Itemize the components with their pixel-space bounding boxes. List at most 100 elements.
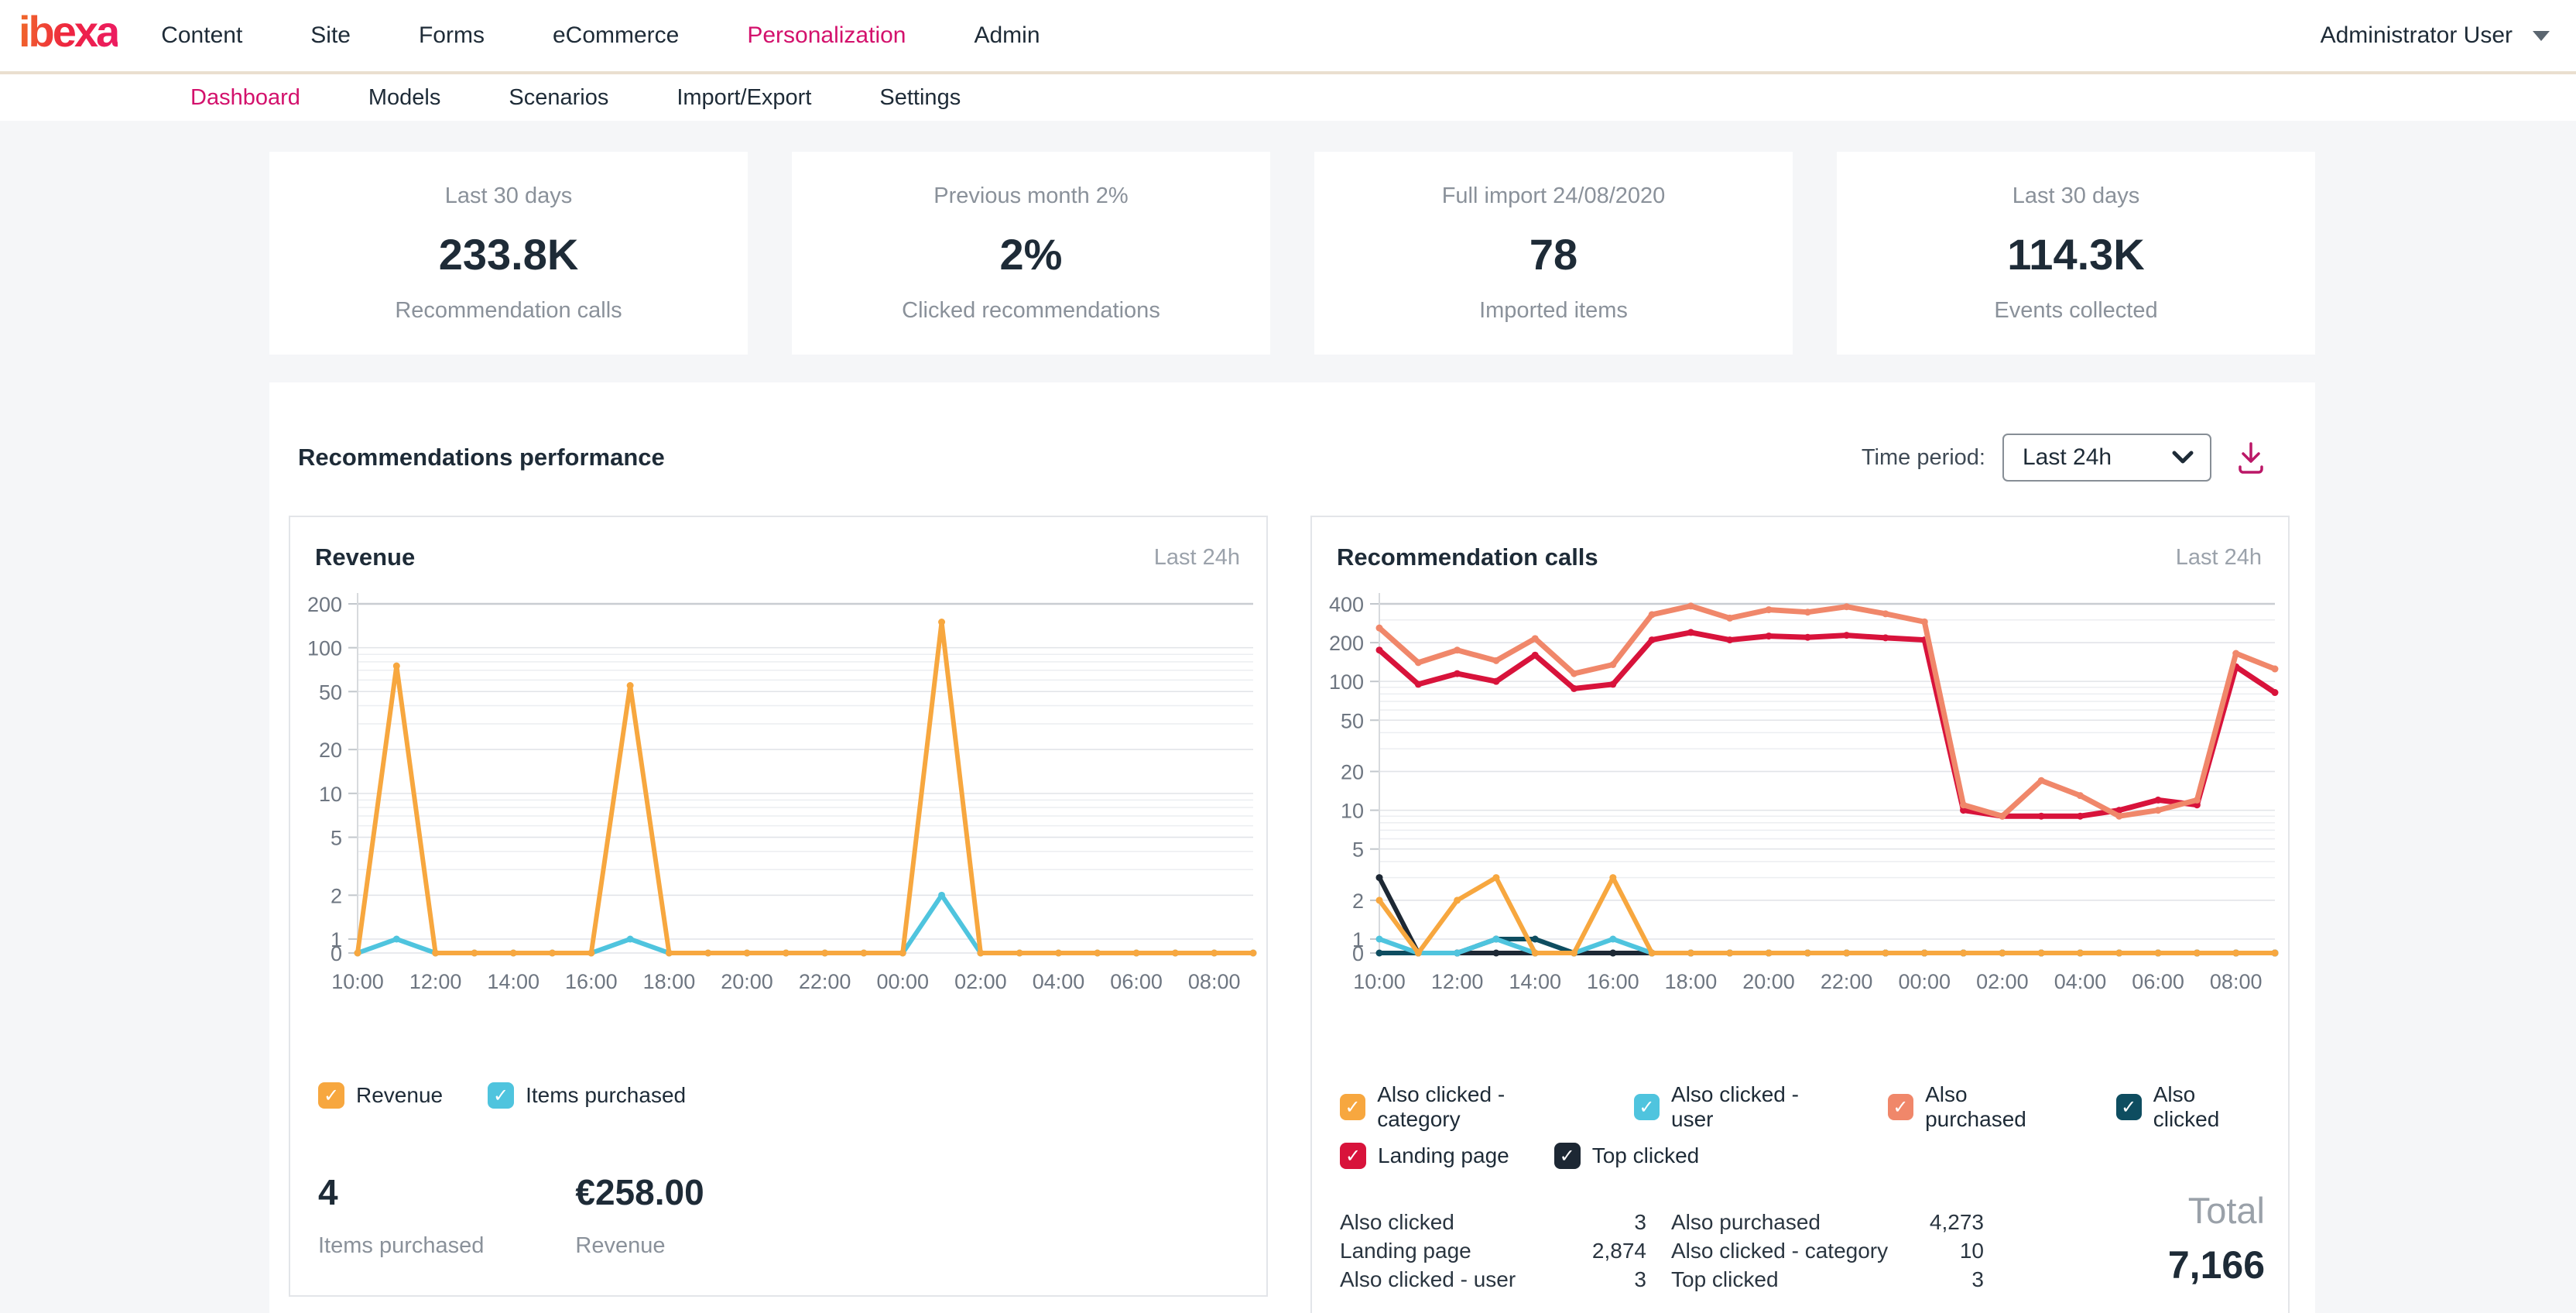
row-value: 10 — [1917, 1239, 1984, 1263]
kpi-period: Last 30 days — [445, 183, 572, 209]
stat-items-purchased: 4 Items purchased — [318, 1171, 484, 1259]
main-nav: Content Site Forms eCommerce Personaliza… — [161, 22, 1040, 49]
svg-text:00:00: 00:00 — [1898, 970, 1951, 993]
legend-item-also-clicked[interactable]: ✓ Also clicked — [2116, 1082, 2265, 1132]
checkbox-checked-icon: ✓ — [318, 1082, 344, 1109]
total-value: 7,166 — [2168, 1243, 2265, 1287]
svg-text:10: 10 — [319, 783, 342, 806]
tab-dashboard[interactable]: Dashboard — [190, 85, 300, 111]
legend-label: Also clicked - category — [1377, 1082, 1589, 1132]
checkbox-checked-icon: ✓ — [2116, 1094, 2142, 1120]
svg-text:50: 50 — [1341, 709, 1364, 732]
svg-text:0: 0 — [331, 942, 342, 965]
legend-item-items-purchased[interactable]: ✓ Items purchased — [488, 1082, 686, 1109]
tab-import-export[interactable]: Import/Export — [677, 85, 811, 111]
legend-item-landing-page[interactable]: ✓ Landing page — [1340, 1143, 1509, 1169]
legend-label: Items purchased — [526, 1083, 686, 1108]
svg-text:200: 200 — [307, 593, 342, 616]
svg-text:2: 2 — [1352, 890, 1364, 913]
nav-item-site[interactable]: Site — [310, 22, 351, 49]
panel-header: Revenue Last 24h — [290, 517, 1266, 571]
chevron-down-icon — [2171, 450, 2194, 465]
stat-revenue: €258.00 Revenue — [575, 1171, 704, 1259]
kpi-value: 233.8K — [439, 229, 579, 279]
row-value: 4,273 — [1917, 1210, 1984, 1235]
nav-item-content[interactable]: Content — [161, 22, 242, 49]
row-value: 3 — [1571, 1267, 1646, 1292]
row-label: Also clicked - category — [1671, 1239, 1917, 1263]
recommendation-calls-legend: ✓ Also clicked - category ✓ Also clicked… — [1340, 1082, 2265, 1169]
recommendation-calls-chart: 400200100502010521010:0012:0014:0016:001… — [1318, 585, 2286, 1019]
revenue-summary-stats: 4 Items purchased €258.00 Revenue — [318, 1171, 704, 1259]
svg-text:20: 20 — [1341, 761, 1364, 784]
checkbox-checked-icon: ✓ — [1554, 1143, 1581, 1169]
table-row: Also clicked 3 Also purchased 4,273 — [1340, 1208, 1984, 1236]
kpi-label: Clicked recommendations — [902, 298, 1160, 324]
svg-text:02:00: 02:00 — [954, 970, 1007, 993]
svg-text:16:00: 16:00 — [565, 970, 618, 993]
row-label: Also clicked - user — [1340, 1267, 1571, 1292]
svg-text:10:00: 10:00 — [331, 970, 384, 993]
legend-item-revenue[interactable]: ✓ Revenue — [318, 1082, 443, 1109]
legend-item-also-purchased[interactable]: ✓ Also purchased — [1888, 1082, 2071, 1132]
kpi-value: 78 — [1530, 229, 1577, 279]
panel-title: Recommendation calls — [1337, 543, 1598, 571]
checkbox-checked-icon: ✓ — [488, 1082, 514, 1109]
kpi-value: 114.3K — [2007, 229, 2145, 279]
chevron-down-icon — [2533, 31, 2550, 41]
svg-text:14:00: 14:00 — [487, 970, 540, 993]
legend-item-top-clicked[interactable]: ✓ Top clicked — [1554, 1143, 1700, 1169]
svg-text:00:00: 00:00 — [876, 970, 929, 993]
kpi-label: Recommendation calls — [395, 298, 622, 324]
tab-scenarios[interactable]: Scenarios — [509, 85, 608, 111]
legend-item-also-clicked-user[interactable]: ✓ Also clicked - user — [1634, 1082, 1843, 1132]
kpi-period: Last 30 days — [2012, 183, 2139, 209]
svg-text:0: 0 — [1352, 942, 1364, 965]
stat-value: €258.00 — [575, 1171, 704, 1213]
calls-breakdown-table: Also clicked 3 Also purchased 4,273 Land… — [1340, 1208, 1984, 1294]
row-label: Also clicked — [1340, 1210, 1571, 1235]
svg-text:04:00: 04:00 — [2054, 970, 2107, 993]
svg-text:10: 10 — [1341, 800, 1364, 823]
kpi-value: 2% — [1000, 229, 1063, 279]
tab-models[interactable]: Models — [368, 85, 441, 111]
kpi-card-events-collected: Last 30 days 114.3K Events collected — [1837, 152, 2315, 355]
download-button[interactable] — [2233, 439, 2269, 476]
revenue-chart: 200100502010521010:0012:0014:0016:0018:0… — [296, 585, 1264, 1019]
svg-text:16:00: 16:00 — [1587, 970, 1639, 993]
nav-item-admin[interactable]: Admin — [974, 22, 1040, 49]
svg-text:100: 100 — [1329, 670, 1364, 694]
legend-label: Also clicked — [2153, 1082, 2265, 1132]
chart-panels-row: Revenue Last 24h 200100502010521010:0012… — [269, 516, 2315, 1313]
svg-text:22:00: 22:00 — [1821, 970, 1873, 993]
panel-title: Revenue — [315, 543, 415, 571]
user-menu[interactable]: Administrator User — [2321, 22, 2550, 49]
nav-item-personalization[interactable]: Personalization — [747, 22, 906, 49]
user-name: Administrator User — [2321, 22, 2513, 49]
checkbox-checked-icon: ✓ — [1340, 1143, 1366, 1169]
svg-text:18:00: 18:00 — [643, 970, 696, 993]
time-period-select[interactable]: Last 24h — [2002, 434, 2211, 482]
row-label: Also purchased — [1671, 1210, 1917, 1235]
total-label: Total — [2168, 1189, 2265, 1232]
legend-label: Also purchased — [1925, 1082, 2071, 1132]
svg-text:06:00: 06:00 — [1110, 970, 1163, 993]
svg-text:20: 20 — [319, 739, 342, 762]
table-row: Also clicked - user 3 Top clicked 3 — [1340, 1265, 1984, 1294]
svg-text:400: 400 — [1329, 593, 1364, 616]
ibexa-logo[interactable]: ibexa — [19, 10, 118, 61]
row-value: 3 — [1917, 1267, 1984, 1292]
checkbox-checked-icon: ✓ — [1634, 1094, 1660, 1120]
nav-item-ecommerce[interactable]: eCommerce — [553, 22, 679, 49]
recommendation-calls-panel: Recommendation calls Last 24h 4002001005… — [1310, 516, 2290, 1313]
table-row: Landing page 2,874 Also clicked - catego… — [1340, 1236, 1984, 1265]
panel-period: Last 24h — [1154, 545, 1240, 571]
svg-text:02:00: 02:00 — [1976, 970, 2029, 993]
legend-item-also-clicked-category[interactable]: ✓ Also clicked - category — [1340, 1082, 1589, 1132]
stat-label: Items purchased — [318, 1233, 484, 1259]
svg-text:04:00: 04:00 — [1033, 970, 1085, 993]
section-controls: Time period: Last 24h — [1862, 434, 2269, 482]
svg-text:200: 200 — [1329, 632, 1364, 655]
nav-item-forms[interactable]: Forms — [419, 22, 485, 49]
tab-settings[interactable]: Settings — [879, 85, 961, 111]
